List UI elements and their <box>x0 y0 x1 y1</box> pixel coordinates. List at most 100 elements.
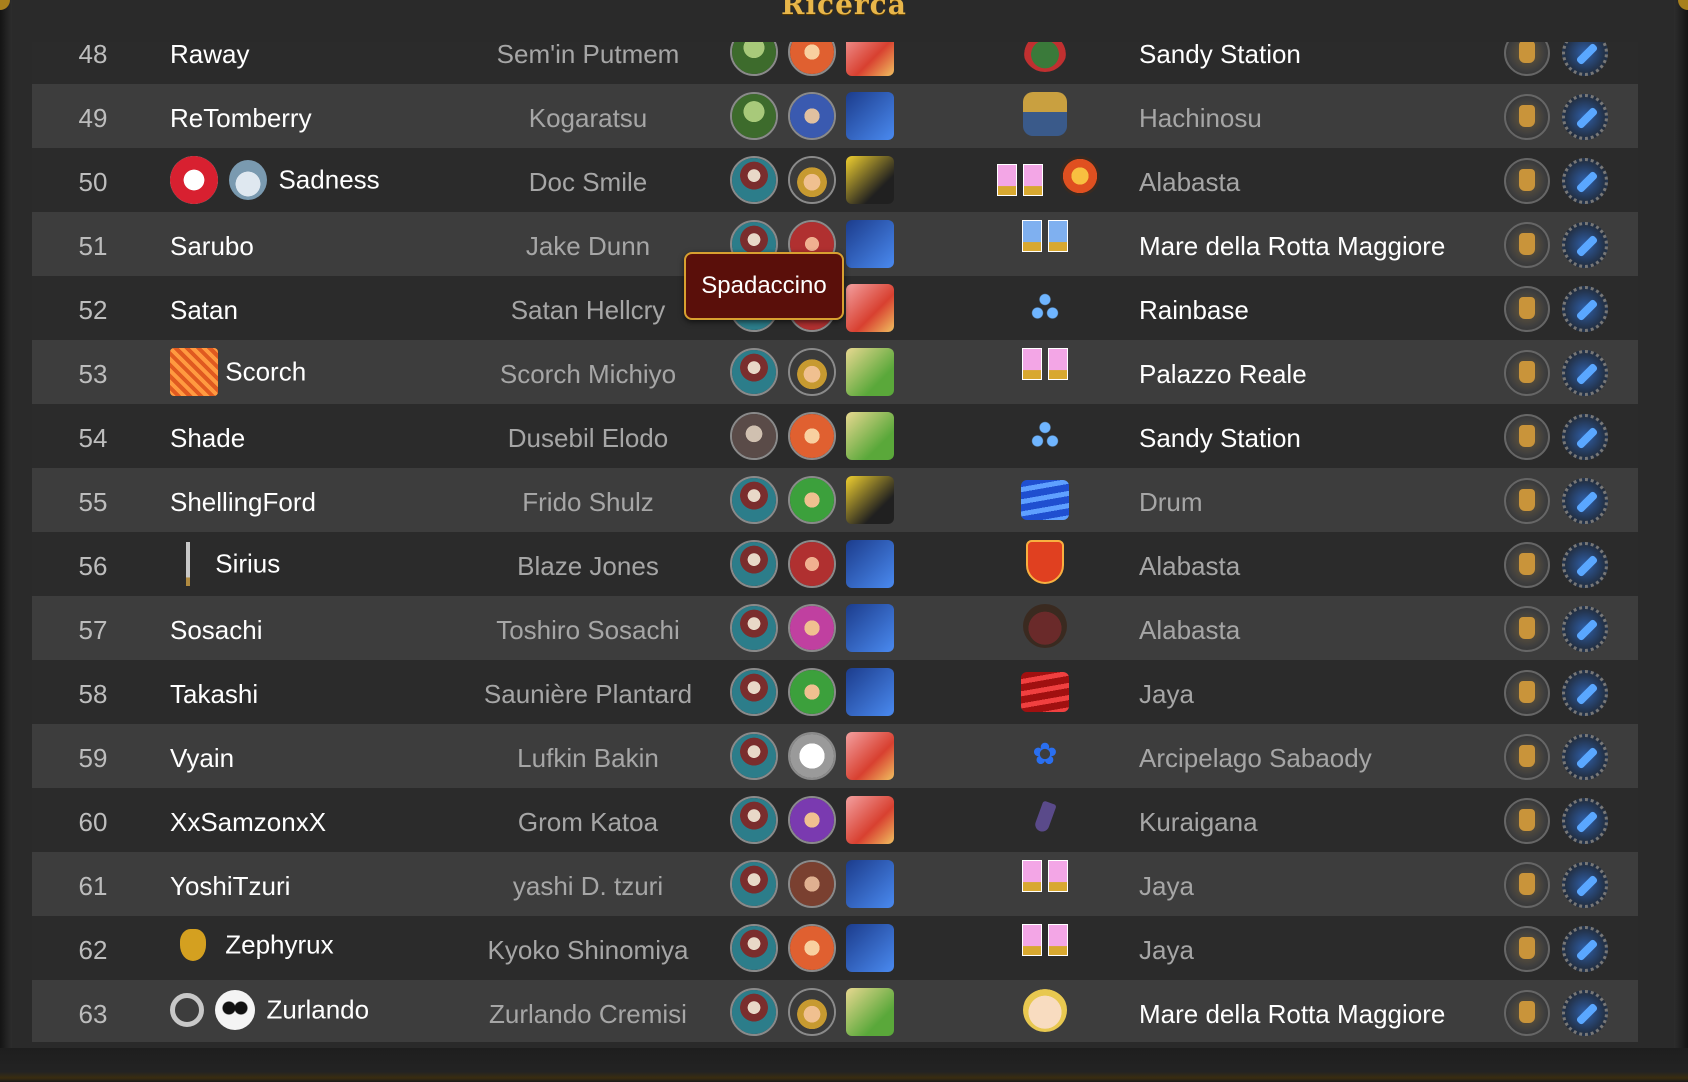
profile-icon[interactable] <box>1504 94 1550 140</box>
row-number: 58 <box>78 679 108 709</box>
player-name[interactable]: Sosachi <box>170 615 263 646</box>
profile-icon[interactable] <box>1504 222 1550 268</box>
role-icon[interactable] <box>846 412 894 460</box>
player-name[interactable]: Raway <box>170 42 249 70</box>
profile-icon[interactable] <box>1504 478 1550 524</box>
avatar <box>788 924 836 972</box>
gear-icon[interactable] <box>1562 734 1608 780</box>
role-icon[interactable] <box>846 668 894 716</box>
table-row[interactable]: 54 Shade Dusebil Elodo Sandy Station <box>32 404 1638 468</box>
role-icon[interactable] <box>846 284 894 332</box>
location: Kuraigana <box>1139 807 1258 837</box>
role-icon[interactable] <box>846 796 894 844</box>
avatar <box>788 348 836 396</box>
role-icon[interactable] <box>846 860 894 908</box>
player-name[interactable]: Zurlando <box>266 995 369 1025</box>
role-icon[interactable] <box>846 42 894 76</box>
table-row[interactable]: 62 Zephyrux Kyoko Shinomiya Jaya <box>32 916 1638 980</box>
player-cell[interactable]: Zurlando <box>170 990 369 1030</box>
role-icon[interactable] <box>846 988 894 1036</box>
role-icon[interactable] <box>846 604 894 652</box>
gear-icon[interactable] <box>1562 606 1608 652</box>
table-row[interactable]: 55 ShellingFord Frido Shulz Drum <box>32 468 1638 532</box>
role-icon[interactable] <box>846 348 894 396</box>
profile-icon[interactable] <box>1504 542 1550 588</box>
role-icon[interactable] <box>846 476 894 524</box>
gear-icon[interactable] <box>1562 478 1608 524</box>
gear-icon[interactable] <box>1562 798 1608 844</box>
table-row[interactable]: 48 Raway Sem'in Putmem Sandy Station <box>32 42 1638 84</box>
table-row[interactable]: 61 YoshiTzuri yashi D. tzuri Jaya <box>32 852 1638 916</box>
role-icon[interactable] <box>846 540 894 588</box>
player-name[interactable]: Satan <box>170 295 238 326</box>
profile-icon[interactable] <box>1504 158 1550 204</box>
table-row[interactable]: 50 Sadness Doc Smile Alabasta <box>32 148 1638 212</box>
player-name[interactable]: Sadness <box>278 165 379 195</box>
player-name[interactable]: XxSamzonxX <box>170 807 326 838</box>
profile-icon[interactable] <box>1504 734 1550 780</box>
gear-icon[interactable] <box>1562 94 1608 140</box>
badge-icon <box>1010 540 1080 590</box>
gear-icon[interactable] <box>1562 350 1608 396</box>
player-cell[interactable]: Zephyrux <box>170 928 334 962</box>
faction-icon <box>730 348 778 396</box>
profile-icon[interactable] <box>1504 606 1550 652</box>
role-tooltip: Spadaccino <box>684 252 844 320</box>
gear-icon[interactable] <box>1562 414 1608 460</box>
role-icon[interactable] <box>846 220 894 268</box>
profile-icon[interactable] <box>1504 350 1550 396</box>
player-name[interactable]: Sirius <box>215 549 280 579</box>
table-row[interactable]: 56 Sirius Blaze Jones Alabasta <box>32 532 1638 596</box>
avatar <box>788 860 836 908</box>
row-number: 55 <box>78 487 108 517</box>
faction-icon <box>730 796 778 844</box>
role-icon[interactable] <box>846 92 894 140</box>
faction-icon <box>730 924 778 972</box>
location: Sandy Station <box>1139 423 1301 453</box>
table-row[interactable]: 53 Scorch Scorch Michiyo Palazzo Reale <box>32 340 1638 404</box>
role-icon[interactable] <box>846 156 894 204</box>
row-number: 62 <box>78 935 108 965</box>
gear-icon[interactable] <box>1562 670 1608 716</box>
player-name[interactable]: Zephyrux <box>225 930 333 960</box>
player-cell[interactable]: Scorch <box>170 348 306 396</box>
table-row[interactable]: 57 Sosachi Toshiro Sosachi Alabasta <box>32 596 1638 660</box>
row-number: 63 <box>78 999 108 1029</box>
player-name[interactable]: Shade <box>170 423 245 454</box>
profile-icon[interactable] <box>1504 990 1550 1036</box>
player-name[interactable]: YoshiTzuri <box>170 871 290 902</box>
table-row[interactable]: 58 Takashi Saunière Plantard Jaya <box>32 660 1638 724</box>
gear-icon[interactable] <box>1562 42 1608 76</box>
gear-icon[interactable] <box>1562 158 1608 204</box>
gear-icon[interactable] <box>1562 542 1608 588</box>
role-icon[interactable] <box>846 732 894 780</box>
player-name[interactable]: ShellingFord <box>170 487 316 518</box>
gear-icon[interactable] <box>1562 990 1608 1036</box>
player-name[interactable]: Scorch <box>225 357 306 387</box>
avatar <box>788 92 836 140</box>
profile-icon[interactable] <box>1504 862 1550 908</box>
avatar <box>788 412 836 460</box>
player-cell[interactable]: Sirius <box>170 542 280 586</box>
table-row[interactable]: 63 Zurlando Zurlando Cremisi Mare della … <box>32 980 1638 1042</box>
results-table[interactable]: 48 Raway Sem'in Putmem Sandy Station 49 … <box>32 42 1638 1042</box>
player-cell[interactable]: Sadness <box>170 156 380 204</box>
gear-icon[interactable] <box>1562 222 1608 268</box>
profile-icon[interactable] <box>1504 286 1550 332</box>
table-row[interactable]: 49 ReTomberry Kogaratsu Hachinosu <box>32 84 1638 148</box>
player-name[interactable]: ReTomberry <box>170 103 312 134</box>
role-icon[interactable] <box>846 924 894 972</box>
gear-icon[interactable] <box>1562 862 1608 908</box>
gear-icon[interactable] <box>1562 286 1608 332</box>
table-row[interactable]: 59 Vyain Lufkin Bakin ✿ Arcipelago Sabao… <box>32 724 1638 788</box>
profile-icon[interactable] <box>1504 414 1550 460</box>
profile-icon[interactable] <box>1504 798 1550 844</box>
player-name[interactable]: Sarubo <box>170 231 254 262</box>
player-name[interactable]: Vyain <box>170 743 234 774</box>
player-name[interactable]: Takashi <box>170 679 258 710</box>
profile-icon[interactable] <box>1504 42 1550 76</box>
table-row[interactable]: 60 XxSamzonxX Grom Katoa Kuraigana <box>32 788 1638 852</box>
gear-icon[interactable] <box>1562 926 1608 972</box>
profile-icon[interactable] <box>1504 670 1550 716</box>
profile-icon[interactable] <box>1504 926 1550 972</box>
